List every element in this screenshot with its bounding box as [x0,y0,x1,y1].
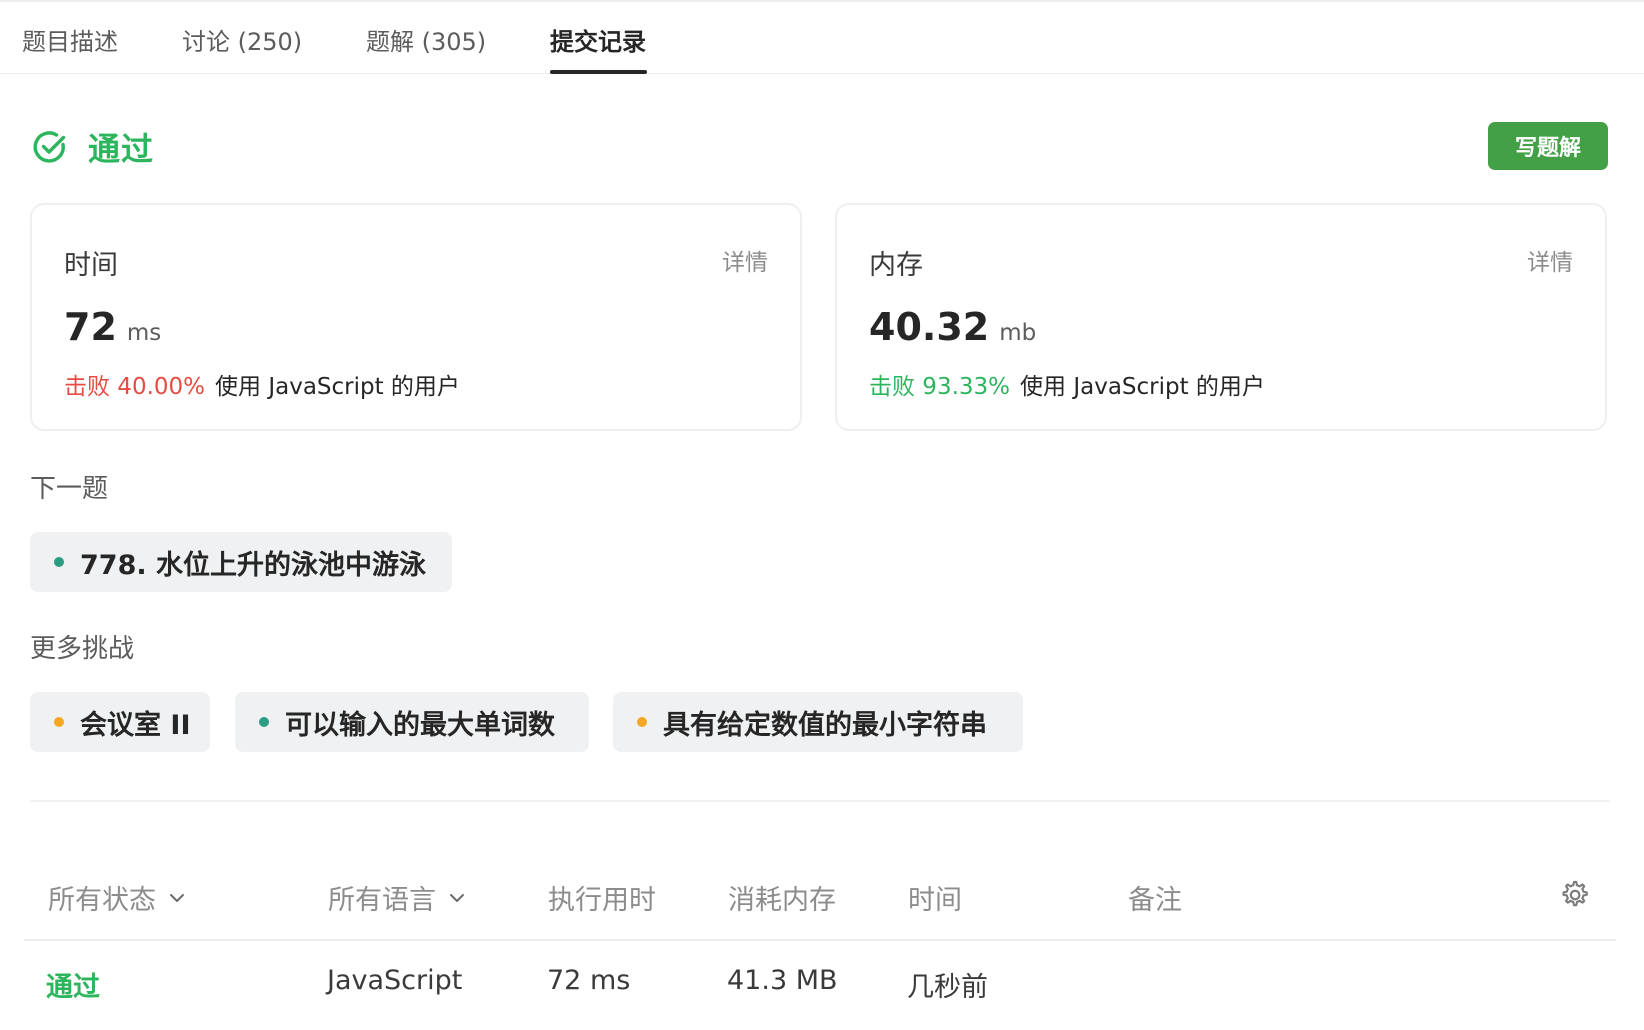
challenge-chip[interactable]: 具有给定数值的最小字符串 [613,692,1023,752]
memory-card: 内存 详情 40.32 mb 击败 93.33% 使用 JavaScript 的用… [835,203,1607,431]
memory-column-header: 消耗内存 [728,885,836,916]
memory-value: 40.32 [869,305,990,349]
row-status-link[interactable]: 通过 [46,965,100,1004]
runtime-detail-link[interactable]: 详情 [722,243,768,277]
memory-metric: 40.32 mb [869,305,1036,349]
memory-beat-percent: 击败 93.33% [869,374,1011,400]
language-filter-dropdown[interactable]: 所有语言 [328,878,466,917]
tab-solutions[interactable]: 题解 (305) [366,22,486,57]
row-runtime: 72 ms [547,965,631,996]
memory-beat: 击败 93.33% 使用 JavaScript 的用户 [869,367,1265,401]
memory-unit: mb [999,320,1037,346]
runtime-value: 72 [64,305,117,349]
tab-submissions[interactable]: 提交记录 [550,22,646,57]
table-header-divider [24,939,1616,941]
check-circle-icon [33,131,66,163]
difficulty-dot [637,717,647,727]
row-language: JavaScript [327,965,463,996]
tab-discussion[interactable]: 讨论 (250) [182,22,302,57]
runtime-beat-percent: 击败 40.00% [64,374,206,400]
runtime-column-header: 执行用时 [548,885,656,916]
gear-icon[interactable] [1557,878,1591,912]
challenge-title: 具有给定数值的最小字符串 [663,709,987,741]
chevron-down-icon [450,893,464,902]
challenge-title: 可以输入的最大单词数 [285,709,555,741]
note-column-header: 备注 [1128,885,1182,916]
runtime-card-title: 时间 [64,250,118,281]
runtime-beat: 击败 40.00% 使用 JavaScript 的用户 [64,367,460,401]
status-filter-dropdown[interactable]: 所有状态 [48,878,186,917]
runtime-unit: ms [126,320,162,346]
memory-card-title: 内存 [869,250,923,281]
challenge-chip[interactable]: 会议室 II [30,692,210,752]
next-problem-title: 778. 水位上升的泳池中游泳 [80,549,427,581]
memory-detail-link[interactable]: 详情 [1527,243,1573,277]
tab-description[interactable]: 题目描述 [22,22,118,57]
next-problem-chip[interactable]: 778. 水位上升的泳池中游泳 [30,532,452,592]
chevron-down-icon [170,893,184,902]
row-time: 几秒前 [907,972,988,1003]
time-column-header: 时间 [908,885,962,916]
row-memory: 41.3 MB [727,965,838,996]
difficulty-dot [54,557,64,567]
submission-status: 通过 [32,124,154,170]
status-filter-label: 所有状态 [48,885,156,916]
difficulty-dot [259,717,269,727]
next-problem-label: 下一题 [30,474,109,504]
active-tab-indicator [550,70,647,74]
more-challenges-label: 更多挑战 [30,634,135,664]
challenge-chip[interactable]: 可以输入的最大单词数 [235,692,589,752]
memory-beat-suffix: 使用 JavaScript 的用户 [1020,374,1265,400]
runtime-metric: 72 ms [64,305,161,349]
section-divider [30,800,1610,802]
runtime-beat-suffix: 使用 JavaScript 的用户 [215,374,460,400]
challenge-title: 会议室 II [80,709,191,741]
write-solution-button[interactable]: 写题解 [1488,122,1608,170]
runtime-card: 时间 详情 72 ms 击败 40.00% 使用 JavaScript 的用户 [30,203,802,431]
language-filter-label: 所有语言 [328,885,436,916]
status-title: 通过 [88,130,155,168]
tab-bar: 题目描述 讨论 (250) 题解 (305) 提交记录 [0,2,1644,74]
difficulty-dot [54,717,64,727]
